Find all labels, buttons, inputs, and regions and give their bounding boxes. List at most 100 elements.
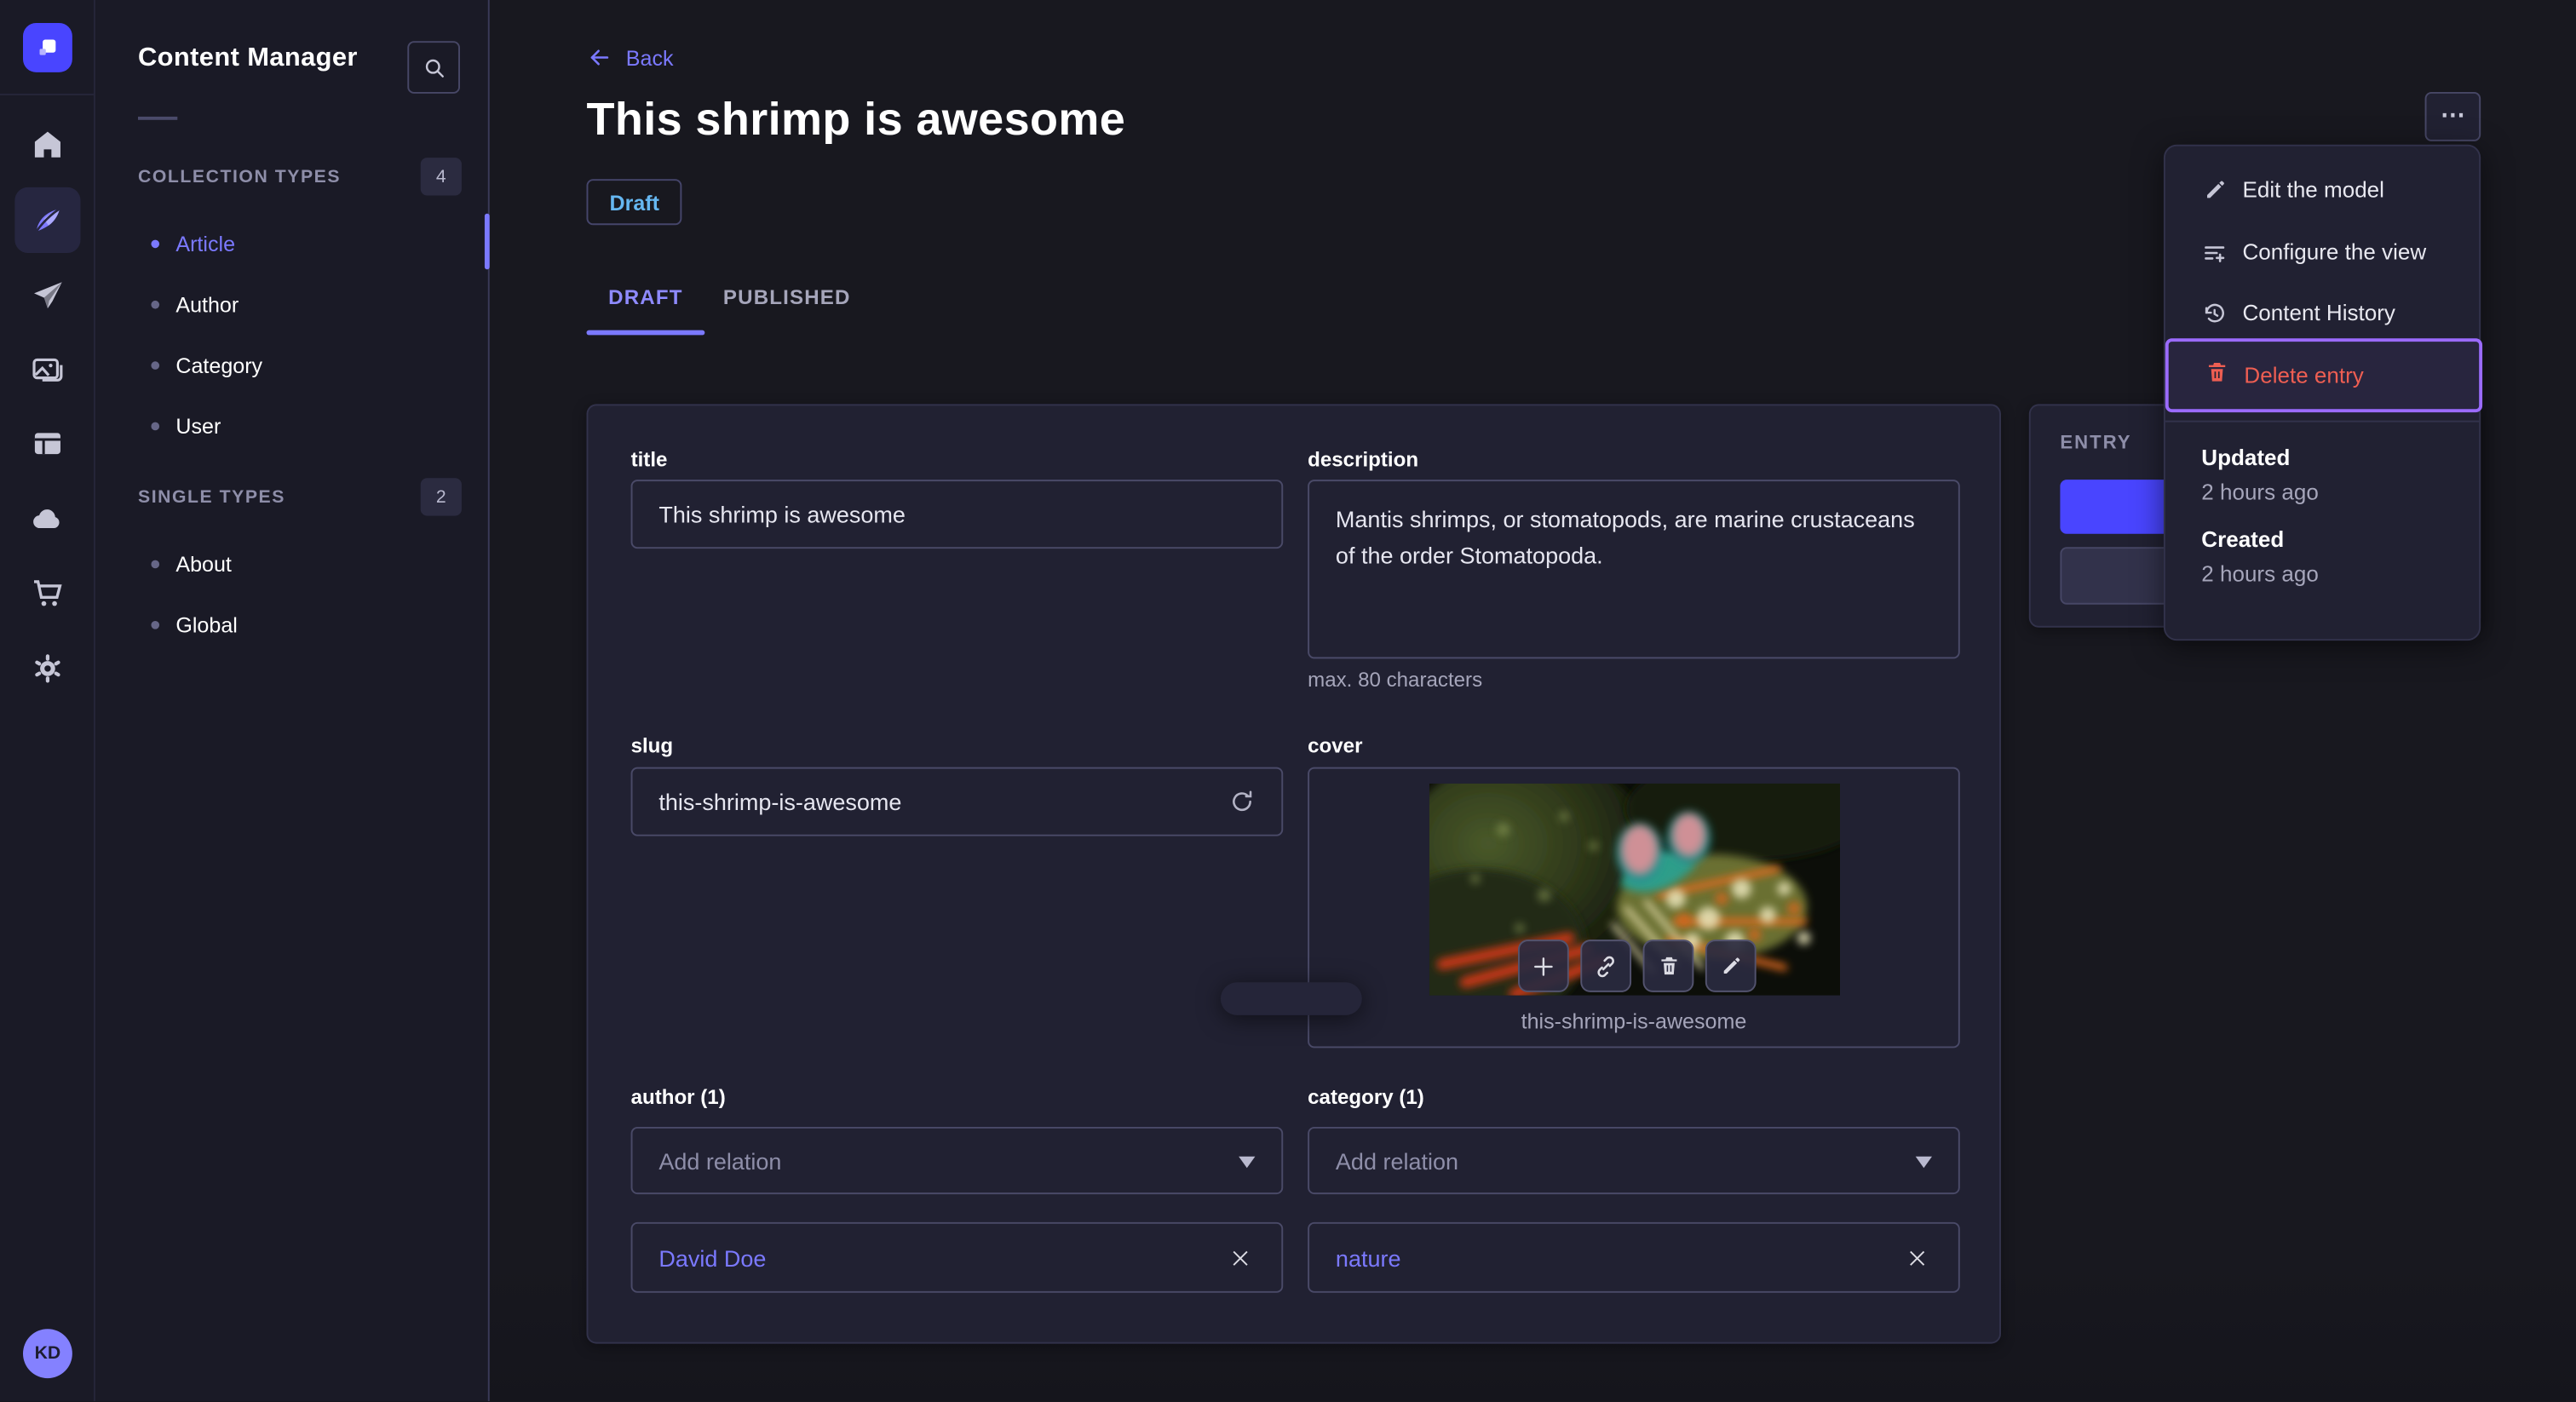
more-actions-button[interactable]: ⋯	[2424, 91, 2481, 141]
author-relation-select[interactable]: Add relation	[630, 1126, 1284, 1195]
author-field-label: author (1)	[630, 1085, 726, 1109]
category-relation-placeholder: Add relation	[1335, 1147, 1459, 1174]
layout-icon[interactable]	[14, 411, 80, 476]
pencil-icon	[1722, 957, 1739, 974]
remove-category-relation-button[interactable]	[1899, 1239, 1935, 1275]
sidebar-item-category[interactable]: Category	[138, 340, 460, 389]
category-relation-select[interactable]: Add relation	[1308, 1126, 1960, 1195]
author-relation-placeholder: Add relation	[658, 1147, 782, 1174]
created-label: Created	[2201, 527, 2285, 552]
cart-icon[interactable]	[14, 560, 80, 626]
title-input[interactable]	[630, 480, 1284, 549]
edit-media-button[interactable]	[1705, 939, 1757, 992]
author-relation-link[interactable]: David Doe	[658, 1244, 766, 1271]
updated-value: 2 hours ago	[2201, 480, 2319, 505]
author-relation-item: David Doe	[630, 1221, 1284, 1293]
bullet-icon	[151, 299, 160, 308]
avatar-initials: KD	[34, 1343, 61, 1364]
content-manager-subnav: Content Manager COLLECTION TYPES 4 Artic…	[95, 0, 490, 1402]
configure-icon	[2201, 239, 2228, 266]
created-value: 2 hours ago	[2201, 561, 2319, 587]
slug-field-label: slug	[630, 734, 674, 758]
nav-rail: KD	[0, 0, 95, 1402]
main-content: Back This shrimp is awesome Draft DRAFT …	[489, 0, 2576, 1402]
category-relation-link[interactable]: nature	[1336, 1244, 1401, 1271]
sidebar-item-label: Category	[175, 352, 263, 377]
bullet-icon	[151, 559, 160, 568]
pencil-icon	[2201, 177, 2228, 202]
search-button[interactable]	[407, 41, 460, 94]
description-textarea[interactable]: Mantis shrimps, or stomatopods, are mari…	[1308, 480, 1960, 659]
entry-form-card: title description Mantis shrimps, or sto…	[586, 404, 2001, 1344]
remove-author-relation-button[interactable]	[1222, 1239, 1258, 1275]
status-badge: Draft	[586, 179, 683, 226]
cover-filename: this-shrimp-is-awesome	[1521, 1008, 1747, 1034]
sidebar-item-author[interactable]: Author	[138, 279, 460, 329]
add-media-button[interactable]	[1517, 939, 1569, 992]
home-icon[interactable]	[14, 112, 80, 177]
trash-icon	[2205, 359, 2229, 392]
copy-link-button[interactable]	[1580, 939, 1632, 992]
bullet-icon	[151, 421, 160, 430]
link-icon	[1597, 955, 1614, 977]
section-single-types-label: SINGLE TYPES	[137, 487, 285, 508]
back-label: Back	[625, 45, 674, 70]
sidebar-item-about[interactable]: About	[138, 539, 460, 589]
slug-input[interactable]	[630, 767, 1284, 836]
delete-media-button[interactable]	[1642, 939, 1694, 992]
single-types-count-badge: 2	[420, 478, 462, 516]
menu-item-edit-model[interactable]: Edit the model	[2165, 159, 2482, 220]
sidebar-item-global[interactable]: Global	[138, 600, 460, 649]
more-actions-menu: Edit the model Configure the view Conten…	[2163, 144, 2483, 641]
description-hint: max. 80 characters	[1308, 668, 1483, 692]
refresh-icon	[1233, 790, 1252, 812]
menu-item-label: Content History	[2242, 300, 2395, 325]
description-field-label: description	[1308, 448, 1419, 472]
media-action-bar	[1517, 939, 1757, 992]
tab-draft[interactable]: DRAFT	[586, 279, 704, 315]
active-tab-underline	[586, 330, 705, 336]
sidebar-item-label: Global	[175, 612, 238, 637]
sidebar-item-label: Author	[175, 291, 239, 317]
bottom-floating-widget[interactable]	[1220, 982, 1362, 1015]
strapi-logo[interactable]	[22, 22, 72, 72]
avatar[interactable]: KD	[22, 1329, 72, 1379]
bullet-icon	[151, 238, 160, 248]
chevron-down-icon	[1239, 1156, 1256, 1169]
page-title: This shrimp is awesome	[586, 93, 1126, 145]
menu-item-configure-view[interactable]: Configure the view	[2165, 221, 2482, 282]
cloud-icon[interactable]	[14, 486, 80, 552]
sidebar-item-label: About	[175, 551, 232, 576]
arrow-left-icon	[590, 49, 609, 66]
menu-item-delete-entry[interactable]: Delete entry	[2165, 338, 2483, 413]
regenerate-slug-button[interactable]	[1229, 789, 1256, 815]
content-manager-feather-icon[interactable]	[14, 187, 81, 253]
media-library-icon[interactable]	[14, 336, 80, 402]
back-link[interactable]: Back	[586, 44, 674, 71]
cover-field: this-shrimp-is-awesome	[1308, 767, 1960, 1049]
app-window: KD Content Manager COLLECTION TYPES 4 Ar…	[0, 0, 2576, 1402]
plus-icon	[1534, 957, 1553, 975]
menu-item-label: Delete entry	[2244, 363, 2364, 388]
updated-label: Updated	[2201, 445, 2291, 470]
sidebar-item-user[interactable]: User	[138, 401, 460, 451]
category-relation-item: nature	[1308, 1221, 1960, 1293]
strapi-logo-icon	[39, 39, 56, 55]
menu-item-label: Configure the view	[2242, 239, 2427, 265]
send-icon[interactable]	[14, 263, 80, 329]
menu-item-content-history[interactable]: Content History	[2165, 283, 2482, 343]
gear-icon[interactable]	[14, 635, 80, 701]
search-icon	[424, 58, 443, 77]
category-field-label: category (1)	[1308, 1085, 1424, 1109]
active-item-indicator	[484, 213, 490, 270]
history-icon	[2201, 300, 2228, 326]
tab-published[interactable]: PUBLISHED	[704, 279, 869, 315]
bullet-icon	[151, 360, 160, 369]
sidebar-item-article[interactable]: Article	[138, 218, 460, 267]
trash-icon	[1660, 957, 1676, 975]
close-icon	[1233, 1250, 1248, 1265]
sidebar-item-label: Article	[175, 230, 236, 256]
subnav-divider	[137, 116, 178, 120]
sidebar-item-label: User	[175, 413, 221, 438]
entry-panel-label: ENTRY	[2060, 434, 2132, 454]
